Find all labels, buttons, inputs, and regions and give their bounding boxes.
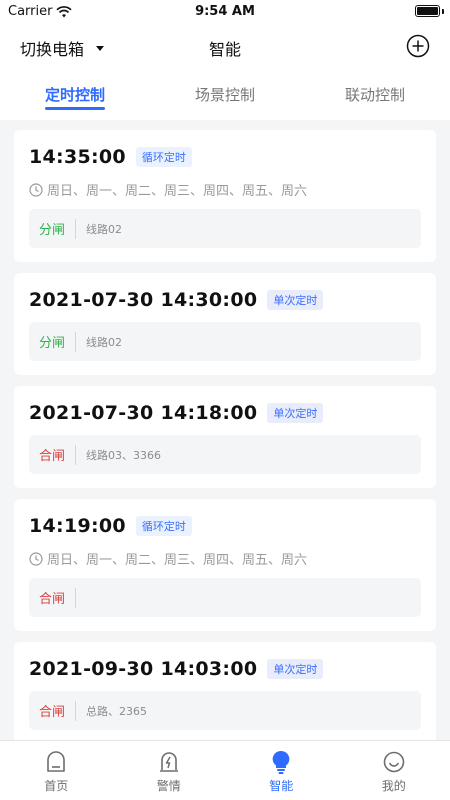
action-row: 分闸 线路02 (29, 209, 421, 248)
alarm-icon (159, 752, 178, 772)
bottom-tab-label: 我的 (381, 779, 406, 793)
timer-type-badge: 单次定时 (267, 290, 324, 310)
timer-time: 2021-07-30 14:30:00 (29, 289, 258, 311)
switch-status: 合闸 (38, 592, 65, 607)
circuit-name: 线路03、3366 (86, 448, 161, 462)
timer-type-badge: 单次定时 (267, 659, 324, 679)
timer-time: 14:19:00 (29, 515, 126, 537)
timer-card[interactable]: 2021-07-30 14:18:00 单次定时 合闸 线路03、3366 (14, 386, 436, 488)
bottom-tab-mine[interactable]: 我的 (338, 741, 450, 800)
page-title: 智能 (208, 40, 241, 59)
bottom-tab-smart[interactable]: 智能 (225, 741, 338, 800)
switch-status: 分闸 (38, 223, 65, 238)
timer-card[interactable]: 2021-09-30 14:03:00 单次定时 合闸 总路、2365 (14, 642, 436, 740)
bottom-tab-label: 智能 (269, 779, 294, 793)
add-icon[interactable] (406, 34, 430, 58)
action-row: 合闸 线路03、3366 (29, 435, 421, 474)
home-icon (47, 751, 66, 772)
header: Carrier 9:54 AM 切换电箱 智能 定时控制 场景控制 联动控制 (0, 0, 450, 120)
tab-bar: 定时控制 场景控制 联动控制 (0, 78, 450, 112)
tab-active-indicator (45, 107, 105, 110)
timer-type-badge: 循环定时 (135, 516, 192, 536)
tab-linkage-control[interactable]: 联动控制 (300, 78, 450, 112)
switch-status: 分闸 (38, 336, 65, 351)
timer-time: 2021-07-30 14:18:00 (29, 402, 258, 424)
timer-type-badge: 单次定时 (267, 403, 324, 423)
timer-card[interactable]: 2021-07-30 14:30:00 单次定时 分闸 线路02 (14, 273, 436, 375)
battery-icon (415, 5, 440, 17)
bottom-tab-label: 警情 (156, 779, 181, 793)
timer-time: 2021-09-30 14:03:00 (29, 658, 258, 680)
action-row: 合闸 (29, 578, 421, 617)
timer-card[interactable]: 14:19:00 循环定时 周日、周一、周二、周三、周四、周五、周六 合闸 (14, 499, 436, 631)
smiley-icon (383, 751, 405, 773)
circuit-name: 线路02 (86, 335, 122, 349)
switch-status: 合闸 (38, 449, 65, 464)
repeat-days: 周日、周一、周二、周三、周四、周五、周六 (47, 184, 308, 199)
timer-card[interactable]: 14:35:00 循环定时 周日、周一、周二、周三、周四、周五、周六 分闸 线路… (14, 130, 436, 262)
switch-status: 合闸 (38, 705, 65, 720)
status-time: 9:54 AM (195, 4, 255, 19)
clock-icon (29, 551, 43, 566)
action-row: 分闸 线路02 (29, 322, 421, 361)
bottom-tab-label: 首页 (44, 779, 69, 793)
bottom-tab-bar: 首页 警情 智能 我的 (0, 740, 450, 800)
lightbulb-icon (272, 750, 290, 774)
timer-time: 14:35:00 (29, 146, 126, 168)
action-row: 合闸 总路、2365 (29, 691, 421, 730)
tab-timer-control[interactable]: 定时控制 (0, 78, 150, 112)
circuit-name: 总路、2365 (86, 704, 147, 718)
timer-list: 14:35:00 循环定时 周日、周一、周二、周三、周四、周五、周六 分闸 线路… (0, 120, 450, 740)
clock-icon (29, 182, 43, 197)
bottom-tab-home[interactable]: 首页 (0, 741, 113, 800)
status-bar: Carrier 9:54 AM (0, 0, 450, 24)
timer-type-badge: 循环定时 (135, 147, 192, 167)
circuit-name: 线路02 (86, 222, 122, 236)
nav-bar: 切换电箱 智能 (0, 28, 450, 66)
bottom-tab-alarm[interactable]: 警情 (113, 741, 226, 800)
tab-scene-control[interactable]: 场景控制 (150, 78, 300, 112)
repeat-days: 周日、周一、周二、周三、周四、周五、周六 (47, 553, 308, 568)
